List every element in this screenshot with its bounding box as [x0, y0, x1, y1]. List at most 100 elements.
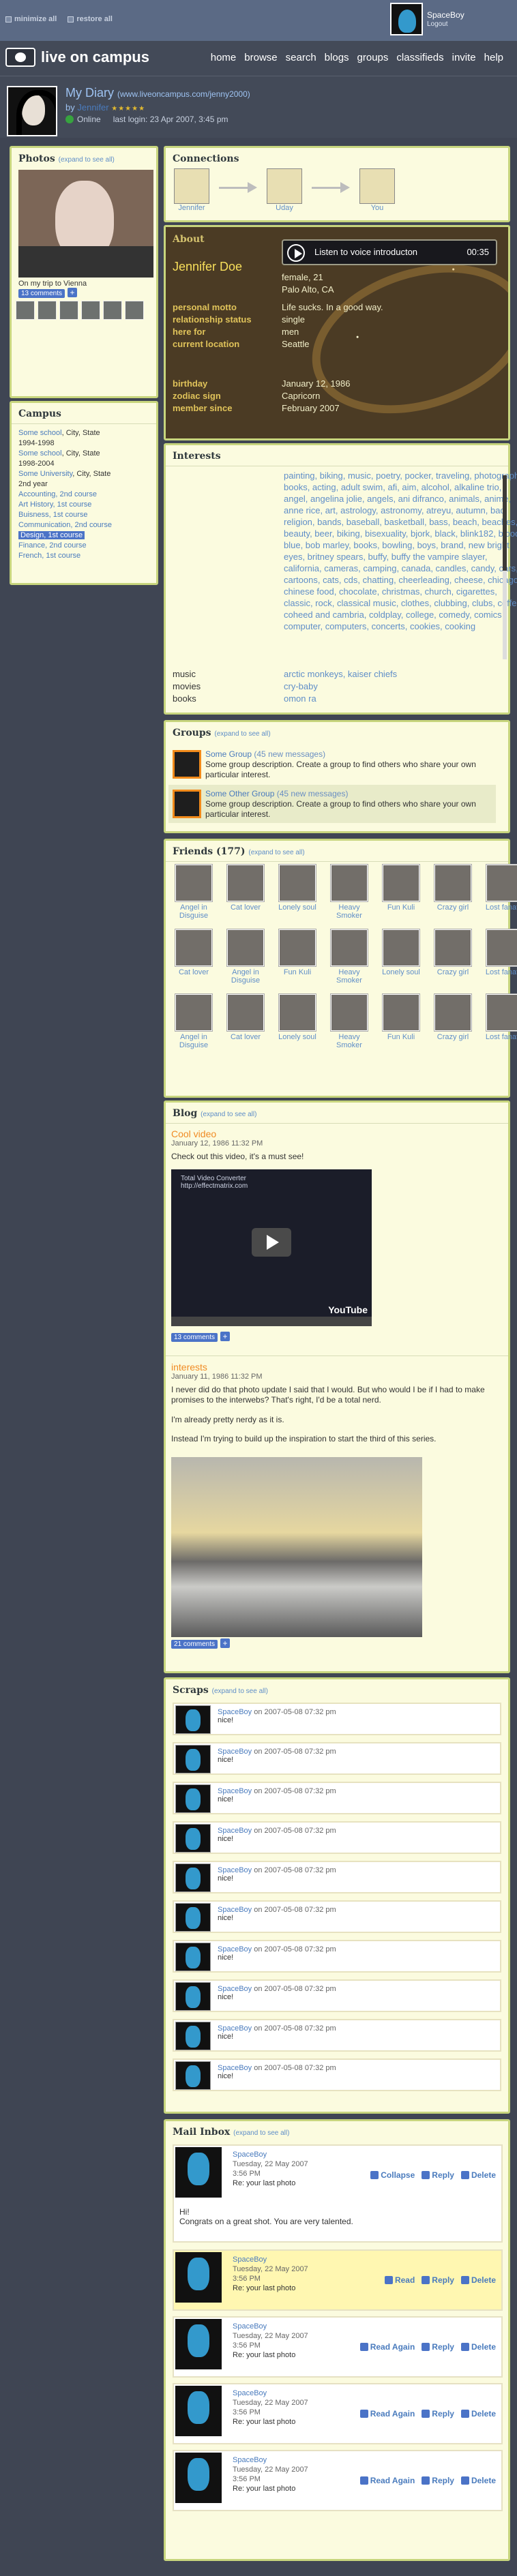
friend-card[interactable]: Lost fanatic: [482, 929, 517, 985]
scrap-avatar[interactable]: [175, 1863, 211, 1892]
movies-value[interactable]: cry-baby: [284, 681, 318, 691]
friend-card[interactable]: Heavy Smoker: [327, 929, 372, 985]
campus-course[interactable]: Communication, 2nd course: [18, 521, 112, 529]
interests-list[interactable]: painting, biking, music, poetry, pocker,…: [284, 470, 517, 632]
blog-entry-title[interactable]: interests: [171, 1362, 503, 1373]
friend-name[interactable]: Heavy Smoker: [336, 1033, 362, 1049]
friend-avatar[interactable]: [434, 994, 471, 1031]
scrap-avatar[interactable]: [175, 2061, 211, 2090]
scrap-user[interactable]: SpaceBoy: [218, 1985, 252, 1993]
friend-name[interactable]: Cat lover: [231, 903, 261, 912]
friend-name[interactable]: Cat lover: [179, 968, 209, 976]
group-name[interactable]: Some Other Group: [205, 789, 274, 798]
group-name[interactable]: Some Group: [205, 749, 252, 759]
friend-name[interactable]: Heavy Smoker: [336, 968, 362, 985]
mail-item[interactable]: SpaceBoy Tuesday, 22 May 2007 3:56 PM Re: y…: [173, 2316, 503, 2378]
interests-scrollbar[interactable]: [503, 475, 507, 659]
friend-card[interactable]: Lost fanatic: [482, 994, 517, 1049]
delete-button[interactable]: Delete: [460, 2275, 496, 2285]
mail-sender[interactable]: SpaceBoy: [233, 2150, 308, 2159]
friend-name[interactable]: Lost fanatic: [486, 1033, 517, 1041]
comments-badge[interactable]: 21 comments: [171, 1640, 218, 1649]
nav-groups[interactable]: groups: [357, 52, 389, 63]
read-again-button[interactable]: Read Again: [359, 2476, 415, 2485]
friend-avatar[interactable]: [486, 994, 517, 1031]
friend-avatar[interactable]: [383, 865, 419, 901]
photos-expand-link[interactable]: (expand to see all): [59, 156, 115, 164]
nav-help[interactable]: help: [484, 52, 503, 63]
mail-avatar[interactable]: [175, 2453, 222, 2503]
friend-name[interactable]: Fun Kuli: [387, 1033, 415, 1041]
friend-card[interactable]: Lost fanatic: [482, 865, 517, 920]
friend-avatar[interactable]: [331, 929, 368, 966]
friend-name[interactable]: Fun Kuli: [387, 903, 415, 912]
delete-button[interactable]: Delete: [460, 2342, 496, 2352]
friend-card[interactable]: Crazy girl: [430, 929, 475, 985]
reply-button[interactable]: Reply: [422, 2342, 454, 2352]
author-link[interactable]: Jennifer: [77, 102, 108, 113]
nav-blogs[interactable]: blogs: [325, 52, 349, 63]
scraps-expand-link[interactable]: (expand to see all): [212, 1688, 268, 1695]
photo-thumb[interactable]: [59, 301, 78, 320]
minimize-all-button[interactable]: minimize all: [5, 15, 57, 23]
scrap-avatar[interactable]: [175, 1982, 211, 2011]
photo-thumb[interactable]: [81, 301, 100, 320]
friend-card[interactable]: Cat lover: [223, 865, 268, 920]
friend-name[interactable]: Lost fanatic: [486, 968, 517, 976]
friend-card[interactable]: Lonely soul: [275, 994, 320, 1049]
scrap-avatar[interactable]: [175, 2022, 211, 2050]
reply-button[interactable]: Reply: [422, 2275, 454, 2285]
site-logo[interactable]: live on campus: [5, 48, 149, 67]
friend-card[interactable]: Heavy Smoker: [327, 994, 372, 1049]
friend-card[interactable]: Angel in Disguise: [223, 929, 268, 985]
mail-sender[interactable]: SpaceBoy: [233, 2388, 308, 2398]
connection-avatar[interactable]: [359, 168, 395, 204]
scrap-user[interactable]: SpaceBoy: [218, 1866, 252, 1874]
photo-thumb[interactable]: [103, 301, 122, 320]
friend-avatar[interactable]: [227, 929, 264, 966]
friends-expand-link[interactable]: (expand to see all): [248, 849, 304, 856]
read-button[interactable]: Read: [384, 2275, 415, 2285]
add-comment-button[interactable]: +: [220, 1332, 231, 1341]
friend-card[interactable]: Lonely soul: [275, 865, 320, 920]
photo-thumb[interactable]: [16, 301, 35, 320]
friend-avatar[interactable]: [175, 994, 212, 1031]
campus-course[interactable]: French, 1st course: [18, 552, 80, 560]
mail-avatar[interactable]: [175, 2252, 222, 2303]
logout-link[interactable]: Logout: [427, 20, 448, 28]
campus-item[interactable]: Some school: [18, 449, 62, 458]
friend-card[interactable]: Angel in Disguise: [171, 994, 216, 1049]
user-avatar[interactable]: [390, 3, 423, 35]
add-comment-button[interactable]: +: [68, 288, 78, 297]
friend-avatar[interactable]: [383, 994, 419, 1031]
play-icon[interactable]: [252, 1228, 291, 1257]
profile-avatar[interactable]: [7, 86, 57, 136]
scrap-user[interactable]: SpaceBoy: [218, 1708, 252, 1716]
scrap-avatar[interactable]: [175, 1705, 211, 1734]
mail-sender[interactable]: SpaceBoy: [233, 2255, 308, 2264]
friend-avatar[interactable]: [279, 865, 316, 901]
groups-expand-link[interactable]: (expand to see all): [214, 730, 270, 738]
read-again-button[interactable]: Read Again: [359, 2409, 415, 2418]
friend-name[interactable]: Cat lover: [231, 1033, 261, 1041]
nav-invite[interactable]: invite: [452, 52, 476, 63]
scrap-avatar[interactable]: [175, 1824, 211, 1853]
blog-expand-link[interactable]: (expand to see all): [201, 1111, 256, 1118]
mail-subject[interactable]: Re: your last photo: [233, 2178, 308, 2188]
main-photo[interactable]: [18, 170, 153, 278]
campus-item[interactable]: Some University: [18, 470, 72, 478]
mail-avatar[interactable]: [175, 2319, 222, 2369]
mail-subject[interactable]: Re: your last photo: [233, 2484, 308, 2493]
friend-avatar[interactable]: [279, 994, 316, 1031]
connection-name[interactable]: Uday: [267, 204, 302, 212]
friend-name[interactable]: Lonely soul: [382, 968, 420, 976]
profile-url[interactable]: (www.liveoncampus.com/jenny2000): [117, 89, 250, 99]
friend-name[interactable]: Angel in Disguise: [179, 1033, 208, 1049]
friend-avatar[interactable]: [434, 865, 471, 901]
friend-avatar[interactable]: [227, 865, 264, 901]
friend-avatar[interactable]: [486, 865, 517, 901]
books-value[interactable]: omon ra: [284, 693, 316, 704]
campus-item[interactable]: Some school: [18, 429, 62, 437]
connection-avatar[interactable]: [267, 168, 302, 204]
mail-item[interactable]: SpaceBoy Tuesday, 22 May 2007 3:56 PM Re: y…: [173, 2144, 503, 2243]
